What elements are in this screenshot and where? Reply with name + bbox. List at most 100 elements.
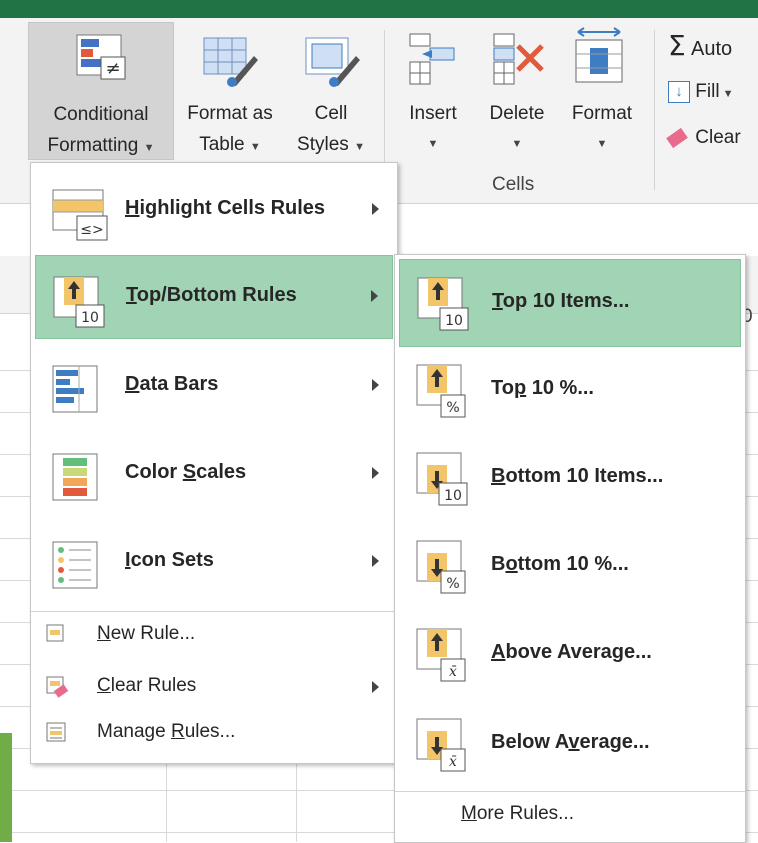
- menu-item-icon-sets[interactable]: Icon Sets: [35, 521, 393, 605]
- delete-label: Delete: [489, 103, 545, 124]
- menu-item-below-average[interactable]: x̄ Below Average...: [399, 701, 741, 789]
- submenu-arrow-icon: [372, 379, 379, 391]
- bottom-10-items-icon: 10: [416, 452, 468, 506]
- menu-item-data-bars[interactable]: Data Bars: [35, 345, 393, 429]
- top-10-percent-icon: %: [416, 364, 466, 418]
- badge-text: x̄: [449, 664, 457, 680]
- eraser-icon: [666, 127, 688, 149]
- menu-item-bottom-10-items[interactable]: 10 Bottom 10 Items...: [399, 435, 741, 523]
- svg-text:≠: ≠: [105, 58, 120, 79]
- menu-item-top-10-items[interactable]: 10 Top 10 Items...: [399, 259, 741, 347]
- submenu-arrow-icon: [372, 203, 379, 215]
- badge-text: x̄: [449, 754, 457, 770]
- conditional-formatting-icon: ≠: [76, 34, 126, 80]
- top-bottom-rules-submenu: 10 Top 10 Items... % Top 10 %... 10 Bott…: [394, 254, 746, 843]
- badge-text: 10: [444, 488, 462, 504]
- group-separator: [654, 30, 655, 190]
- format-caret: ▼: [596, 138, 608, 150]
- format-as-table-icon: [203, 37, 258, 87]
- cells-group-label: Cells: [492, 174, 535, 195]
- fill-label: Fill: [695, 81, 720, 102]
- svg-text:≤>: ≤>: [80, 222, 103, 238]
- conditional-formatting-label-1: Conditional: [53, 104, 149, 125]
- top-bottom-icon: 10: [53, 276, 105, 328]
- cell-styles-button[interactable]: Cell Styles ▼: [286, 22, 376, 160]
- above-average-icon: x̄: [416, 628, 466, 682]
- menu-separator: [395, 791, 745, 792]
- below-average-label: Below Average...: [491, 731, 650, 753]
- color-scales-label: Color Scales: [125, 461, 247, 483]
- menu-item-clear-rules[interactable]: Clear Rules: [35, 667, 393, 707]
- data-bars-label: Data Bars: [125, 373, 219, 395]
- clear-button[interactable]: Clear: [666, 122, 758, 156]
- icon-sets-label: Icon Sets: [125, 549, 214, 571]
- delete-caret: ▼: [511, 138, 523, 150]
- badge-text: %: [446, 400, 459, 416]
- format-as-table-button[interactable]: Format as Table ▼: [174, 22, 286, 160]
- menu-item-top-bottom-rules[interactable]: 10 Top/Bottom Rules: [35, 255, 393, 339]
- cell-styles-icon: [305, 37, 360, 87]
- menu-item-manage-rules[interactable]: Manage Rules...: [35, 713, 393, 753]
- highlight-cells-icon: ≤>: [52, 189, 108, 241]
- bottom-10-percent-icon: %: [416, 540, 466, 594]
- cell-styles-label-1: Cell: [314, 103, 348, 124]
- autosum-label: Auto: [690, 38, 733, 60]
- below-average-icon: x̄: [416, 718, 466, 772]
- insert-button[interactable]: Insert ▼: [394, 22, 472, 160]
- icon-sets-icon: [52, 541, 98, 589]
- bottom-10-percent-label: Bottom 10 %...: [491, 553, 629, 575]
- top-10-items-label: Top 10 Items...: [492, 290, 630, 312]
- format-button[interactable]: Format ▼: [562, 22, 642, 160]
- manage-rules-label: Manage Rules...: [97, 721, 236, 742]
- highlight-cells-rules-label: Highlight Cells Rules: [125, 197, 326, 219]
- insert-cells-icon: [409, 33, 455, 85]
- submenu-arrow-icon: [372, 681, 379, 693]
- insert-label: Insert: [409, 103, 457, 124]
- submenu-arrow-icon: [371, 290, 378, 302]
- menu-item-bottom-10-percent[interactable]: % Bottom 10 %...: [399, 523, 741, 611]
- top-10-items-icon: 10: [417, 277, 469, 331]
- conditional-formatting-label-2: Formatting ▼: [47, 135, 155, 156]
- badge-text: 10: [445, 313, 463, 329]
- menu-item-color-scales[interactable]: Color Scales: [35, 433, 393, 517]
- badge-text: %: [446, 576, 459, 592]
- menu-item-more-rules[interactable]: More Rules...: [399, 795, 741, 835]
- more-rules-label: More Rules...: [461, 803, 574, 824]
- autosum-button[interactable]: Σ Auto: [668, 30, 758, 64]
- conditional-formatting-menu: ≤> Highlight Cells Rules 10 Top/Bottom R…: [30, 162, 398, 764]
- menu-item-new-rule[interactable]: New Rule...: [35, 615, 393, 655]
- menu-item-highlight-cells-rules[interactable]: ≤> Highlight Cells Rules: [35, 169, 393, 253]
- above-average-label: Above Average...: [491, 641, 652, 663]
- fill-down-icon: ↓: [668, 80, 690, 103]
- conditional-formatting-button[interactable]: ≠ Conditional Formatting ▼: [28, 22, 174, 160]
- menu-item-top-10-percent[interactable]: % Top 10 %...: [399, 347, 741, 435]
- top-10-percent-label: Top 10 %...: [491, 377, 594, 399]
- data-bars-icon: [52, 365, 98, 413]
- new-rule-icon: [46, 624, 64, 642]
- selection-edge: [0, 733, 12, 842]
- clear-rules-label: Clear Rules: [97, 675, 197, 696]
- submenu-arrow-icon: [372, 467, 379, 479]
- format-cells-icon: [575, 27, 623, 83]
- bottom-10-items-label: Bottom 10 Items...: [491, 465, 664, 487]
- delete-button[interactable]: Delete ▼: [478, 22, 556, 160]
- insert-caret: ▼: [427, 138, 439, 150]
- autosum-icon: Σ: [668, 29, 686, 62]
- manage-rules-icon: [46, 722, 66, 742]
- color-scales-icon: [52, 453, 98, 501]
- fill-button[interactable]: ↓ Fill ▼: [668, 76, 758, 110]
- menu-separator: [31, 611, 397, 612]
- svg-text:10: 10: [81, 310, 99, 326]
- new-rule-label: New Rule...: [97, 623, 196, 644]
- submenu-arrow-icon: [372, 555, 379, 567]
- format-as-table-label-2: Table ▼: [199, 134, 261, 155]
- format-as-table-label-1: Format as: [187, 103, 273, 124]
- title-bar: [0, 0, 758, 18]
- clear-rules-icon: [46, 676, 69, 698]
- clear-label: Clear: [695, 127, 741, 148]
- delete-cells-icon: [493, 33, 544, 85]
- format-label: Format: [571, 103, 633, 124]
- top-bottom-rules-label: Top/Bottom Rules: [126, 284, 297, 306]
- cell-styles-label-2: Styles ▼: [297, 134, 365, 155]
- menu-item-above-average[interactable]: x̄ Above Average...: [399, 611, 741, 699]
